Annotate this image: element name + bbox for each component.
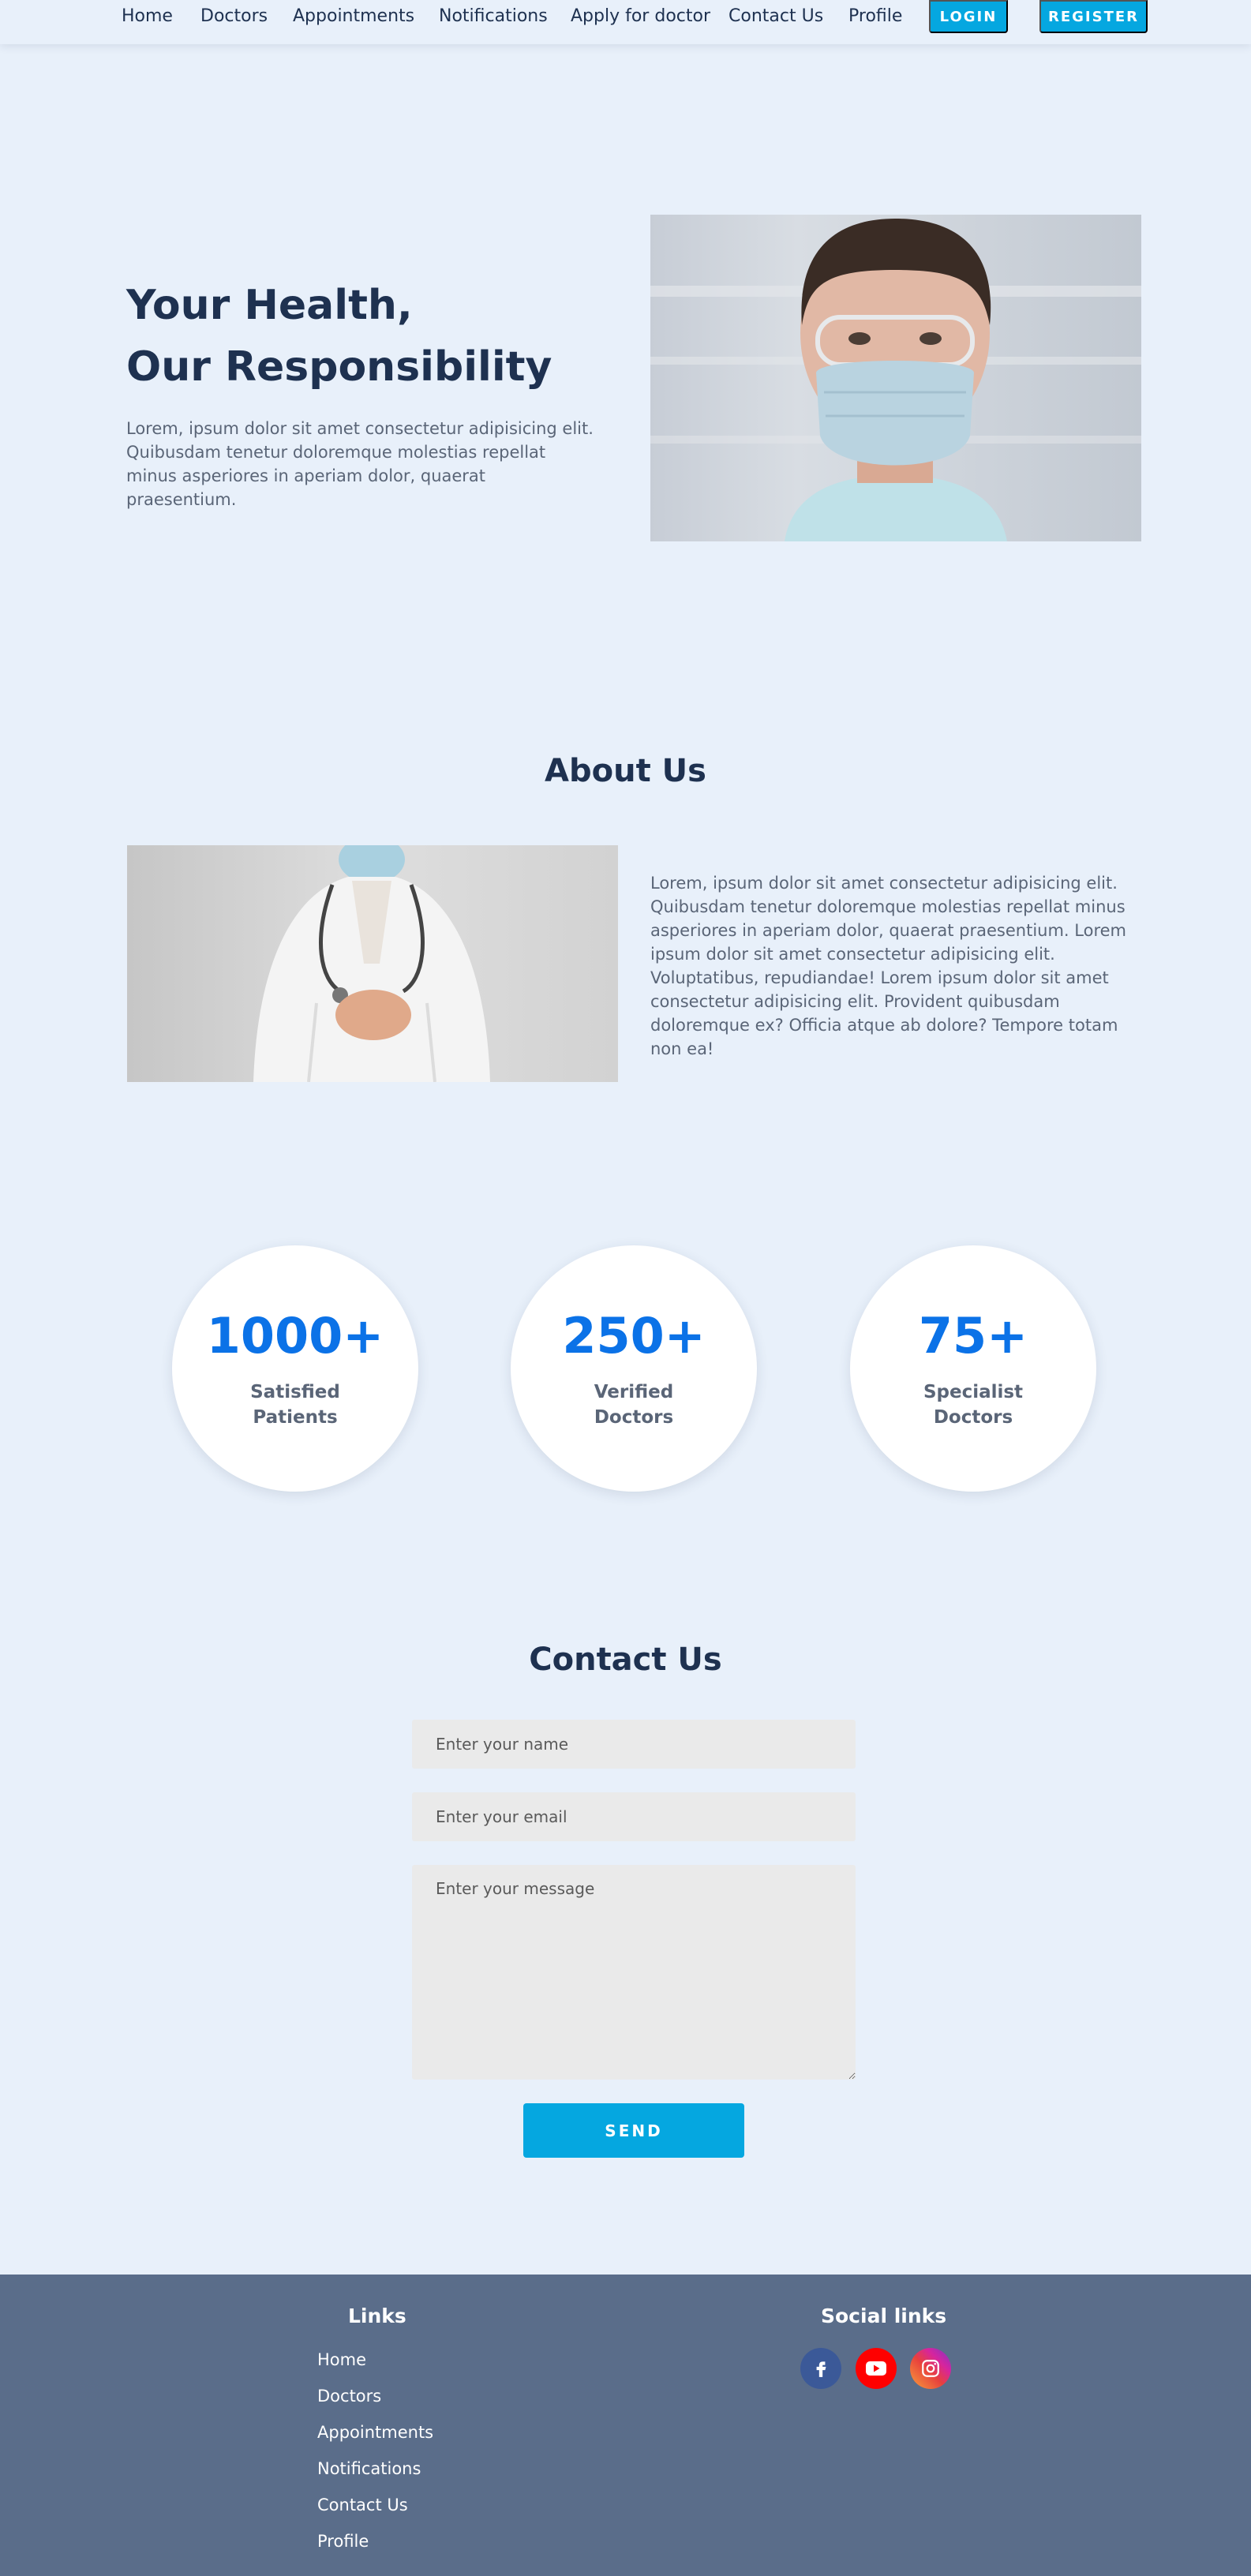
stat-value: 250+ bbox=[562, 1307, 706, 1365]
youtube-icon[interactable] bbox=[856, 2348, 897, 2389]
nav-link-doctors[interactable]: Doctors bbox=[200, 6, 268, 26]
contact-title: Contact Us bbox=[529, 1642, 722, 1678]
doctor-in-coat-illustration bbox=[253, 845, 490, 1082]
footer-link-notifications[interactable]: Notifications bbox=[317, 2459, 421, 2478]
email-input[interactable] bbox=[412, 1792, 856, 1841]
stat-value: 75+ bbox=[918, 1307, 1028, 1365]
stat-label-line2: Doctors bbox=[594, 1407, 674, 1428]
masked-doctor-illustration bbox=[650, 219, 1141, 541]
hero-description: Lorem, ipsum dolor sit amet consectetur … bbox=[126, 419, 594, 509]
about-description: Lorem, ipsum dolor sit amet consectetur … bbox=[650, 874, 1127, 1058]
nav-link-profile[interactable]: Profile bbox=[848, 6, 902, 26]
message-textarea[interactable] bbox=[412, 1865, 856, 2080]
stat-label-line1: Verified bbox=[594, 1382, 674, 1402]
about-doctor-photo bbox=[127, 845, 618, 1082]
footer-links-heading: Links bbox=[348, 2305, 406, 2327]
stat-card-verified-doctors: 250+ Verified Doctors bbox=[511, 1245, 757, 1492]
login-button[interactable]: LOGIN bbox=[929, 0, 1008, 33]
stat-label-line2: Doctors bbox=[933, 1407, 1013, 1428]
nav-link-contact-us[interactable]: Contact Us bbox=[729, 6, 823, 26]
footer-link-appointments[interactable]: Appointments bbox=[317, 2423, 433, 2442]
stat-card-patients: 1000+ Satisfied Patients bbox=[172, 1245, 418, 1492]
footer-link-contact-us[interactable]: Contact Us bbox=[317, 2496, 408, 2514]
hero-title: Your Health, Our Responsibility bbox=[126, 275, 647, 398]
send-button[interactable]: SEND bbox=[523, 2103, 744, 2158]
stat-label: Satisfied Patients bbox=[224, 1380, 366, 1430]
name-input[interactable] bbox=[412, 1720, 856, 1769]
stat-label-line1: Satisfied bbox=[250, 1382, 340, 1402]
footer-social-heading: Social links bbox=[821, 2305, 947, 2327]
footer-link-doctors[interactable]: Doctors bbox=[317, 2387, 381, 2406]
stat-label: Specialist Doctors bbox=[902, 1380, 1044, 1430]
stat-label-line2: Patients bbox=[253, 1407, 338, 1428]
facebook-icon[interactable] bbox=[800, 2348, 841, 2389]
stat-label: Verified Doctors bbox=[563, 1380, 705, 1430]
footer: Links Home Doctors Appointments Notifica… bbox=[0, 2275, 1251, 2576]
register-button[interactable]: REGISTER bbox=[1039, 0, 1148, 33]
nav-link-notifications[interactable]: Notifications bbox=[439, 6, 548, 26]
footer-link-profile[interactable]: Profile bbox=[317, 2532, 369, 2551]
youtube-glyph bbox=[866, 2361, 886, 2376]
stat-value: 1000+ bbox=[206, 1307, 384, 1365]
instagram-icon[interactable] bbox=[910, 2348, 951, 2389]
about-title: About Us bbox=[545, 753, 706, 789]
stat-card-specialist-doctors: 75+ Specialist Doctors bbox=[850, 1245, 1096, 1492]
instagram-glyph bbox=[922, 2360, 939, 2377]
nav-link-apply-for-doctor[interactable]: Apply for doctor bbox=[571, 6, 710, 26]
facebook-glyph bbox=[816, 2361, 826, 2377]
hero-title-line2: Our Responsibility bbox=[126, 343, 552, 391]
stat-label-line1: Specialist bbox=[923, 1382, 1024, 1402]
nav-link-appointments[interactable]: Appointments bbox=[293, 6, 414, 26]
nav-link-home[interactable]: Home bbox=[122, 6, 173, 26]
top-navbar: Home Doctors Appointments Notifications … bbox=[0, 0, 1251, 44]
footer-link-home[interactable]: Home bbox=[317, 2350, 366, 2369]
hero-title-line1: Your Health, bbox=[126, 282, 413, 329]
hero-doctor-photo bbox=[650, 215, 1141, 541]
